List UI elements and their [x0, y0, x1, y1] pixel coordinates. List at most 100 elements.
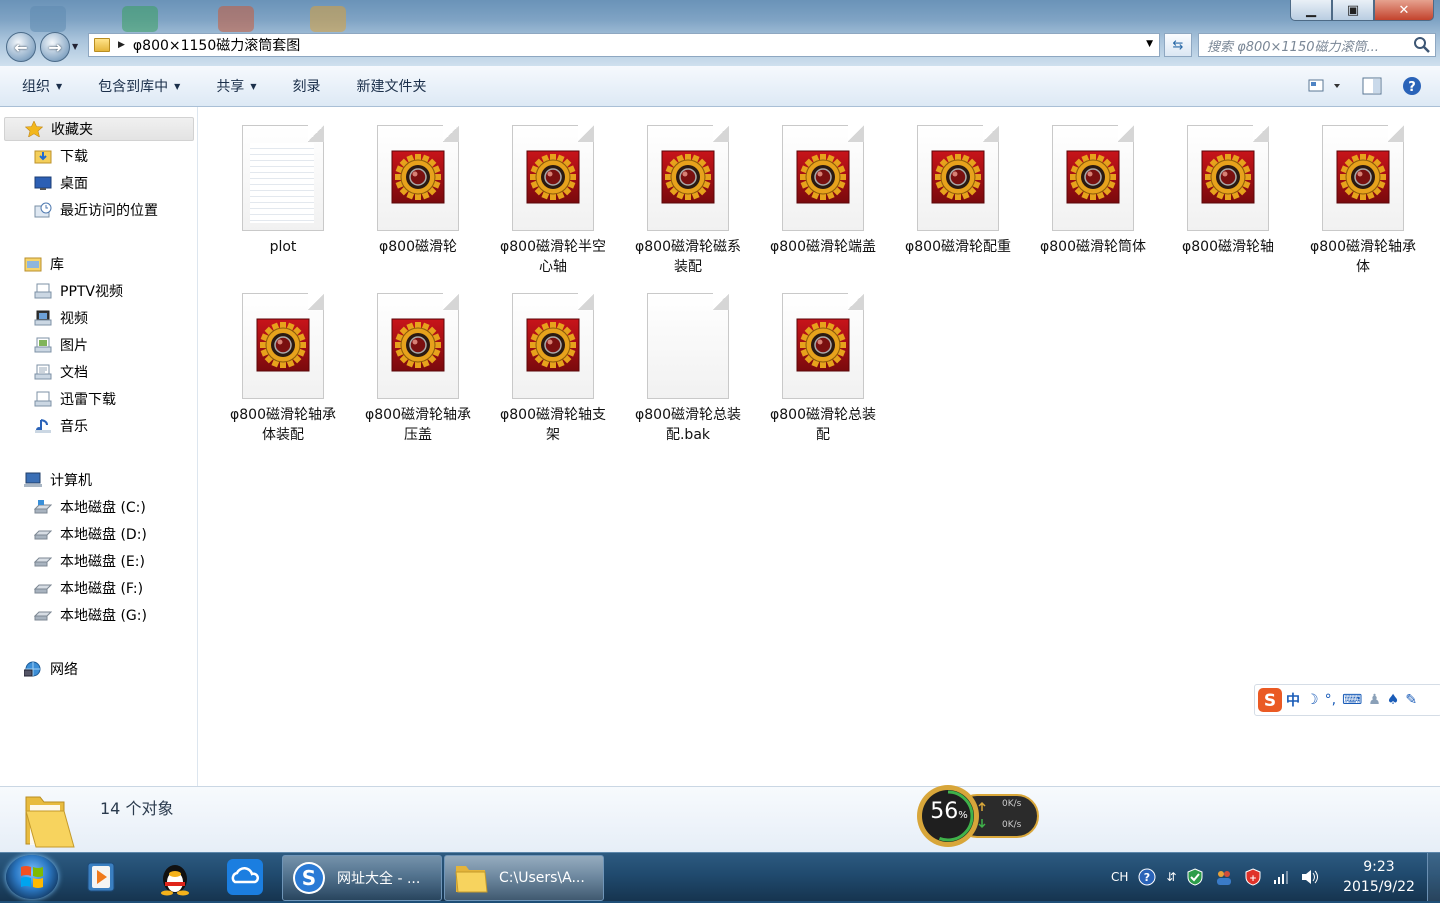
ime-lang-toggle[interactable]: 中 [1286, 690, 1300, 710]
address-dropdown-icon[interactable]: ▼ [1146, 39, 1153, 49]
share-menu[interactable]: 共享 ▼ [198, 76, 274, 96]
folder-icon [25, 796, 75, 848]
file-item[interactable]: φ800磁滑轮半空心轴 [490, 125, 616, 277]
nav-favorites[interactable]: 收藏夹 [4, 117, 194, 141]
include-in-library-menu[interactable]: 包含到库中 ▼ [80, 76, 198, 96]
file-item[interactable]: plot [220, 125, 346, 257]
new-folder-button[interactable]: 新建文件夹 [338, 76, 444, 96]
clock[interactable]: 9:23 2015/9/22 [1336, 857, 1422, 897]
nav-computer[interactable]: 计算机 [24, 468, 92, 492]
nav-item-music[interactable]: 音乐 [34, 414, 88, 438]
recent-places-icon [34, 202, 52, 218]
nav-item-drive-e[interactable]: 本地磁盘 (E:) [34, 549, 145, 573]
keyboard-icon[interactable]: ⌨ [1342, 692, 1362, 708]
file-item[interactable]: φ800磁滑轮 [355, 125, 481, 257]
help-icon[interactable]: ? [1402, 76, 1422, 96]
nav-network-label: 网络 [50, 662, 78, 678]
view-options-icon[interactable] [1308, 78, 1342, 94]
file-item[interactable]: φ800磁滑轮轴承压盖 [355, 293, 481, 445]
nav-item-pptv-video[interactable]: PPTV视频 [34, 279, 123, 303]
nav-libraries[interactable]: 库 [24, 252, 64, 276]
nav-item-desktop[interactable]: 桌面 [34, 171, 88, 195]
taskbar-qq[interactable] [150, 856, 200, 898]
minimize-button[interactable]: ▁ [1290, 0, 1332, 21]
tray-overflow-icon[interactable]: ⇵ [1166, 870, 1176, 884]
nav-item-label: 本地磁盘 (E:) [60, 554, 145, 570]
shirt-icon[interactable]: ♠ [1387, 692, 1400, 708]
command-bar: 组织 ▼ 包含到库中 ▼ 共享 ▼ 刻录 新建文件夹 ? [0, 66, 1440, 107]
file-item[interactable]: φ800磁滑轮轴 [1165, 125, 1291, 257]
search-icon[interactable] [1413, 36, 1431, 54]
network-signal-icon[interactable] [1272, 868, 1290, 886]
nav-item-drive-c[interactable]: 本地磁盘 (C:) [34, 495, 146, 519]
search-input[interactable]: 搜索 φ800×1150磁力滚筒... [1198, 33, 1436, 57]
library-icon [24, 257, 42, 272]
maximize-button[interactable]: ▣ [1332, 0, 1374, 21]
nav-item-downloads[interactable]: 下载 [34, 144, 88, 168]
nav-item-pictures[interactable]: 图片 [34, 333, 88, 357]
burn-button[interactable]: 刻录 [274, 76, 338, 96]
drive-icon [34, 557, 52, 567]
windows-logo-icon [21, 866, 43, 888]
music-library-icon [35, 419, 51, 433]
file-name: φ800磁滑轮 [379, 239, 457, 255]
back-button[interactable]: ← [6, 32, 36, 62]
preview-pane-icon[interactable] [1362, 77, 1382, 95]
nav-item-drive-f[interactable]: 本地磁盘 (F:) [34, 576, 143, 600]
organize-menu[interactable]: 组织 ▼ [0, 76, 80, 96]
close-button[interactable]: ✕ [1374, 0, 1434, 21]
sogou-logo-icon[interactable]: S [1257, 687, 1283, 713]
user-icon[interactable]: ♟ [1368, 692, 1381, 708]
file-item[interactable]: φ800磁滑轮轴支架 [490, 293, 616, 445]
nav-favorites-label: 收藏夹 [51, 122, 93, 138]
file-item[interactable]: φ800磁滑轮配重 [895, 125, 1021, 257]
nav-item-recent-places[interactable]: 最近访问的位置 [34, 198, 158, 222]
speed-gauge-widget[interactable]: 56% 0K/s 0K/s [916, 783, 1040, 849]
refresh-button[interactable]: ⇆ [1164, 33, 1192, 57]
file-item[interactable]: φ800磁滑轮轴承体装配 [220, 293, 346, 445]
file-item[interactable]: φ800磁滑轮总装配 [760, 293, 886, 445]
taskbar-cloud-app[interactable] [220, 856, 270, 898]
help-icon[interactable]: ? [1138, 868, 1156, 886]
system-drive-icon [34, 500, 52, 514]
input-language-indicator[interactable]: CH [1111, 870, 1128, 884]
nav-item-drive-d[interactable]: 本地磁盘 (D:) [34, 522, 147, 546]
start-button[interactable] [6, 855, 58, 899]
navigation-pane: 收藏夹 下载 桌面 最近访问的位置 库 PPTV视频 视频 图片 文档 迅雷下载… [0, 107, 198, 786]
show-desktop-button[interactable] [1427, 853, 1440, 901]
antivirus-shield-icon[interactable]: + [1244, 868, 1262, 886]
taskbar-media-player[interactable] [76, 856, 126, 898]
gauge-percent-unit: % [958, 810, 968, 821]
file-item[interactable]: φ800磁滑轮端盖 [760, 125, 886, 257]
address-bar[interactable]: ▶ φ800×1150磁力滚筒套图 ▼ [88, 33, 1160, 57]
file-item[interactable]: φ800磁滑轮磁系装配 [625, 125, 751, 277]
address-path[interactable]: φ800×1150磁力滚筒套图 [133, 35, 300, 55]
nav-item-documents[interactable]: 文档 [34, 360, 88, 384]
nav-network[interactable]: 网络 [24, 657, 78, 681]
desktop-icon [34, 176, 52, 190]
solidworks-file-icon [377, 125, 459, 231]
users-icon[interactable] [1214, 868, 1234, 886]
file-name: φ800磁滑轮轴承压盖 [365, 407, 471, 443]
forward-button[interactable]: → [40, 32, 70, 62]
punctuation-icon[interactable]: °, [1325, 692, 1336, 708]
taskbar-window-explorer[interactable]: C:\Users\A... [444, 855, 604, 901]
nav-item-label: 迅雷下载 [60, 392, 116, 408]
nav-item-videos[interactable]: 视频 [34, 306, 88, 330]
security-shield-icon[interactable] [1186, 868, 1204, 886]
taskbar-window-browser[interactable]: S 网址大全 - ... [282, 855, 442, 901]
solidworks-file-icon [242, 293, 324, 399]
nav-item-thunder-downloads[interactable]: 迅雷下载 [34, 387, 116, 411]
solidworks-file-icon [512, 293, 594, 399]
moon-icon[interactable]: ☽ [1306, 692, 1319, 708]
clock-date: 2015/9/22 [1343, 879, 1415, 895]
recent-pages-dropdown[interactable]: ▼ [72, 42, 78, 51]
file-item[interactable]: φ800磁滑轮轴承体 [1300, 125, 1426, 277]
documents-library-icon [34, 364, 52, 380]
volume-icon[interactable] [1300, 868, 1320, 886]
file-item[interactable]: φ800磁滑轮筒体 [1030, 125, 1156, 257]
wrench-icon[interactable]: ✎ [1405, 692, 1417, 708]
breadcrumb-arrow-icon[interactable]: ▶ [118, 40, 125, 50]
nav-item-drive-g[interactable]: 本地磁盘 (G:) [34, 603, 147, 627]
file-item[interactable]: φ800磁滑轮总装配.bak [625, 293, 751, 445]
